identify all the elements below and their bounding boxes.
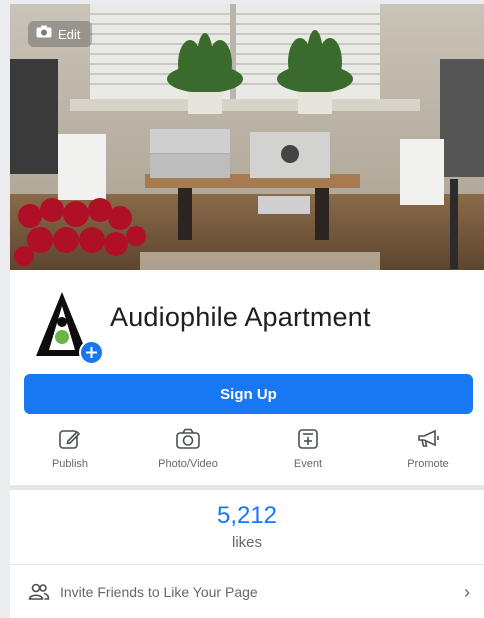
likes-count[interactable]: 5,212 [10, 502, 484, 530]
invite-friends-label: Invite Friends to Like Your Page [60, 584, 258, 600]
page-card: Edit Audiophile Apartment Sign Up Publis… [10, 4, 484, 618]
section-divider [10, 485, 484, 490]
publish-label: Publish [51, 458, 89, 470]
promote-button[interactable]: Promote [378, 424, 478, 482]
sign-up-button[interactable]: Sign Up [24, 374, 473, 414]
photo-video-label: Photo/Video [158, 458, 218, 470]
invite-friends-row[interactable]: Invite Friends to Like Your Page › [10, 570, 484, 614]
list-divider [10, 564, 484, 565]
edit-cover-button[interactable]: Edit [28, 21, 92, 47]
likes-label: likes [231, 534, 262, 551]
event-label: Event [293, 458, 323, 470]
calendar-plus-icon [296, 424, 320, 454]
page-avatar[interactable] [32, 290, 106, 365]
edit-cover-label: Edit [58, 26, 81, 42]
cover-photo[interactable]: Edit [10, 4, 484, 270]
megaphone-icon [415, 424, 441, 454]
photo-video-button[interactable]: Photo/Video [138, 424, 238, 482]
action-bar: Publish Photo/Video Event Promote [10, 424, 484, 482]
edit-icon [58, 424, 82, 454]
chevron-right-icon: › [464, 582, 470, 602]
add-photo-icon[interactable] [79, 340, 104, 365]
promote-label: Promote [407, 458, 449, 470]
people-icon [28, 583, 50, 601]
event-button[interactable]: Event [258, 424, 358, 482]
publish-button[interactable]: Publish [20, 424, 120, 482]
page-title: Audiophile Apartment [110, 302, 371, 332]
camera-icon [175, 424, 201, 454]
camera-icon [36, 25, 52, 43]
